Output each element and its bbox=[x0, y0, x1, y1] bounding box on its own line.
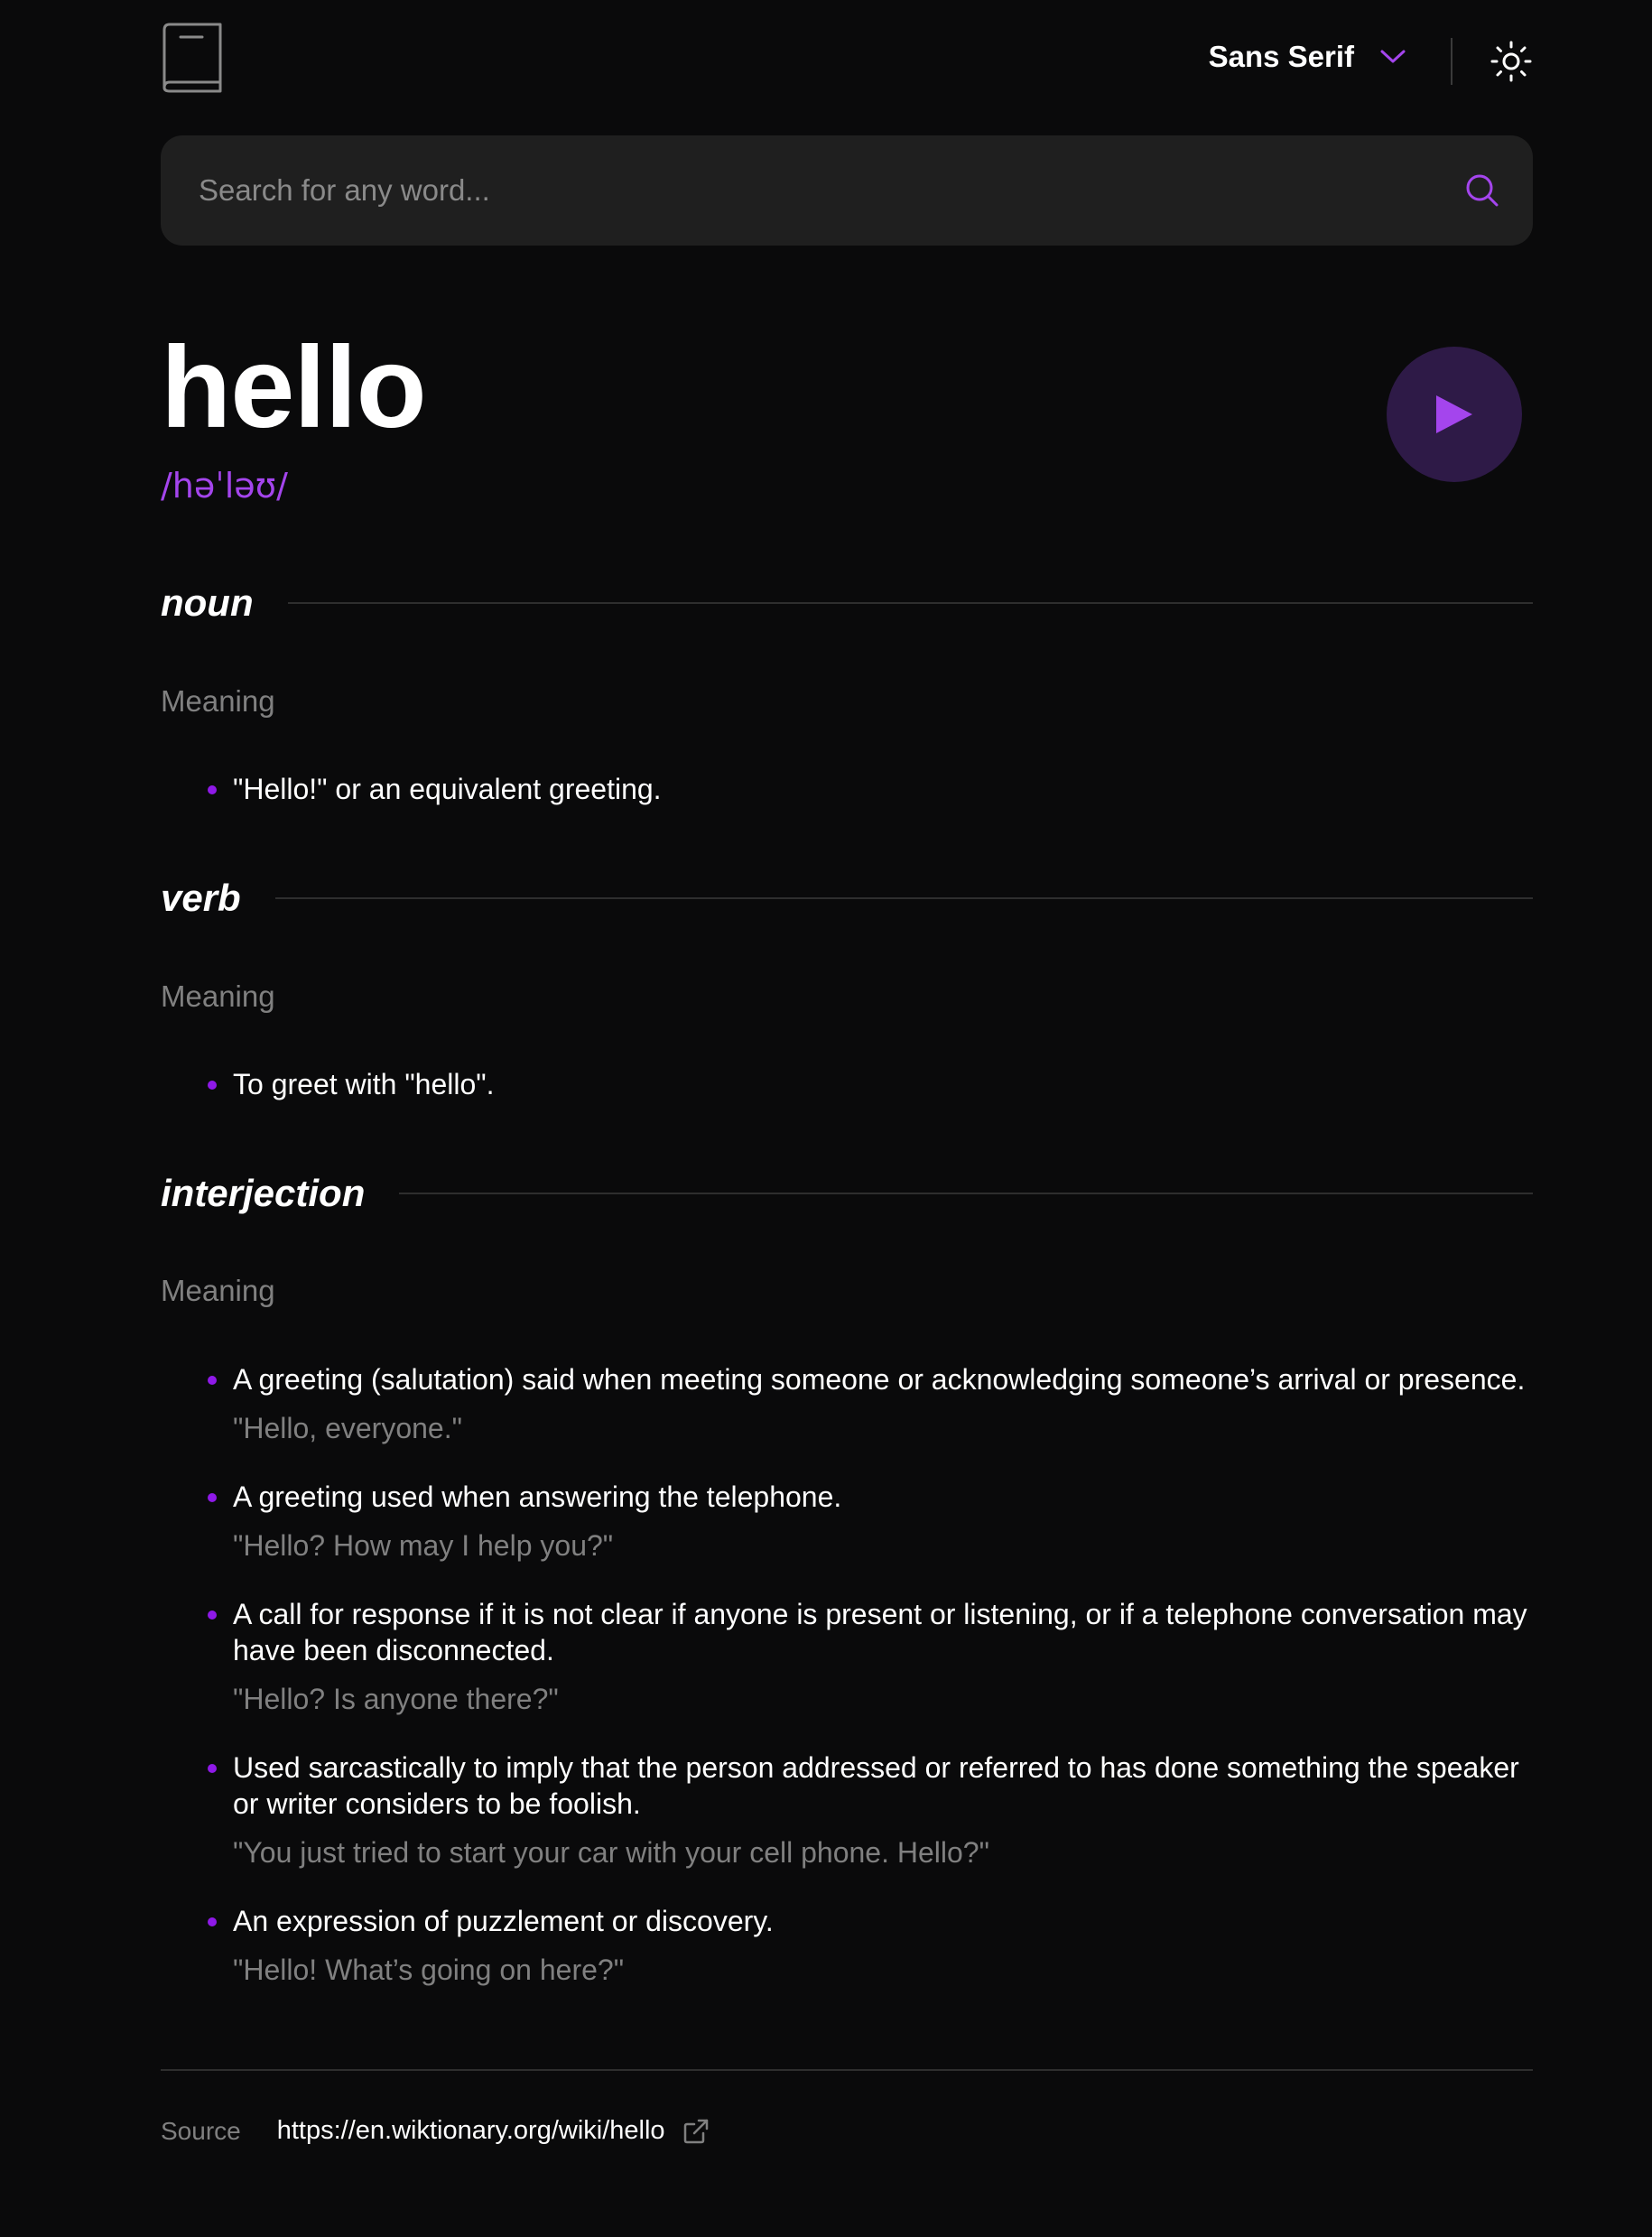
list-item: "Hello!" or an equivalent greeting. bbox=[161, 771, 1533, 807]
section-divider bbox=[287, 602, 1533, 604]
book-icon[interactable] bbox=[161, 23, 224, 93]
header: Sans Serif bbox=[161, 0, 1533, 126]
meaning-label: Meaning bbox=[161, 684, 275, 718]
play-icon bbox=[1436, 395, 1472, 433]
list-item: A call for response if it is not clear i… bbox=[161, 1596, 1533, 1717]
definition-list: A greeting (salutation) said when meetin… bbox=[161, 1361, 1533, 2020]
bullet bbox=[208, 1081, 217, 1090]
part-of-speech: interjection bbox=[161, 1172, 366, 1214]
search-bar bbox=[161, 135, 1533, 246]
section-interjection: interjection bbox=[161, 1172, 1533, 1215]
definition-text: Used sarcastically to imply that the per… bbox=[233, 1751, 1519, 1820]
main-container: Sans Serif Search for any word... hello … bbox=[161, 0, 1533, 2145]
external-link-icon[interactable] bbox=[683, 2119, 709, 2144]
section-verb: verb bbox=[161, 877, 1533, 920]
definition-list: "Hello!" or an equivalent greeting. bbox=[161, 771, 1533, 840]
bullet bbox=[208, 1917, 217, 1926]
definition-text: A greeting used when answering the telep… bbox=[233, 1481, 842, 1513]
list-item: Used sarcastically to imply that the per… bbox=[161, 1750, 1533, 1870]
definition-text: "Hello!" or an equivalent greeting. bbox=[233, 773, 662, 805]
definition-text: An expression of puzzlement or discovery… bbox=[233, 1905, 774, 1937]
list-item: To greet with "hello". bbox=[161, 1066, 1533, 1102]
sun-icon[interactable] bbox=[1490, 40, 1533, 83]
section-noun: noun bbox=[161, 581, 1533, 625]
bullet bbox=[208, 1493, 217, 1502]
source-link[interactable]: https://en.wiktionary.org/wiki/hello bbox=[277, 2116, 665, 2146]
dictionary-page: Sans Serif Search for any word... hello … bbox=[0, 0, 1652, 2237]
list-item: A greeting used when answering the telep… bbox=[161, 1479, 1533, 1564]
chevron-down-icon bbox=[1380, 50, 1406, 63]
footer-divider bbox=[161, 2069, 1533, 2071]
part-of-speech: verb bbox=[161, 877, 241, 919]
search-icon[interactable] bbox=[1464, 172, 1500, 209]
example-text: "Hello, everyone." bbox=[233, 1412, 462, 1444]
font-select-label: Sans Serif bbox=[1208, 40, 1354, 73]
part-of-speech: noun bbox=[161, 581, 254, 624]
example-text: "You just tried to start your car with y… bbox=[233, 1836, 989, 1869]
meaning-label: Meaning bbox=[161, 979, 275, 1013]
bullet bbox=[208, 1610, 217, 1620]
phonetic-text: /həˈləʊ/ bbox=[161, 466, 288, 506]
example-text: "Hello! What’s going on here?" bbox=[233, 1954, 625, 1986]
font-select[interactable]: Sans Serif bbox=[1209, 40, 1406, 74]
search-input[interactable] bbox=[161, 135, 1464, 246]
definition-list: To greet with "hello". bbox=[161, 1066, 1533, 1135]
example-text: "Hello? How may I help you?" bbox=[233, 1529, 614, 1562]
definition-text: To greet with "hello". bbox=[233, 1068, 495, 1100]
bullet bbox=[208, 1764, 217, 1773]
word-title: hello bbox=[161, 323, 427, 452]
definition-text: A call for response if it is not clear i… bbox=[233, 1598, 1527, 1666]
play-button[interactable] bbox=[1387, 347, 1522, 482]
section-divider bbox=[274, 897, 1533, 899]
list-item: An expression of puzzlement or discovery… bbox=[161, 1903, 1533, 1988]
list-item: A greeting (salutation) said when meetin… bbox=[161, 1361, 1533, 1446]
source-label: Source bbox=[161, 2116, 241, 2145]
section-divider bbox=[399, 1193, 1533, 1194]
header-divider bbox=[1451, 38, 1452, 85]
bullet bbox=[208, 785, 217, 794]
example-text: "Hello? Is anyone there?" bbox=[233, 1683, 559, 1715]
meaning-label: Meaning bbox=[161, 1274, 275, 1307]
source-row: Source https://en.wiktionary.org/wiki/he… bbox=[161, 2116, 709, 2146]
bullet bbox=[208, 1376, 217, 1385]
definition-text: A greeting (salutation) said when meetin… bbox=[233, 1363, 1526, 1396]
